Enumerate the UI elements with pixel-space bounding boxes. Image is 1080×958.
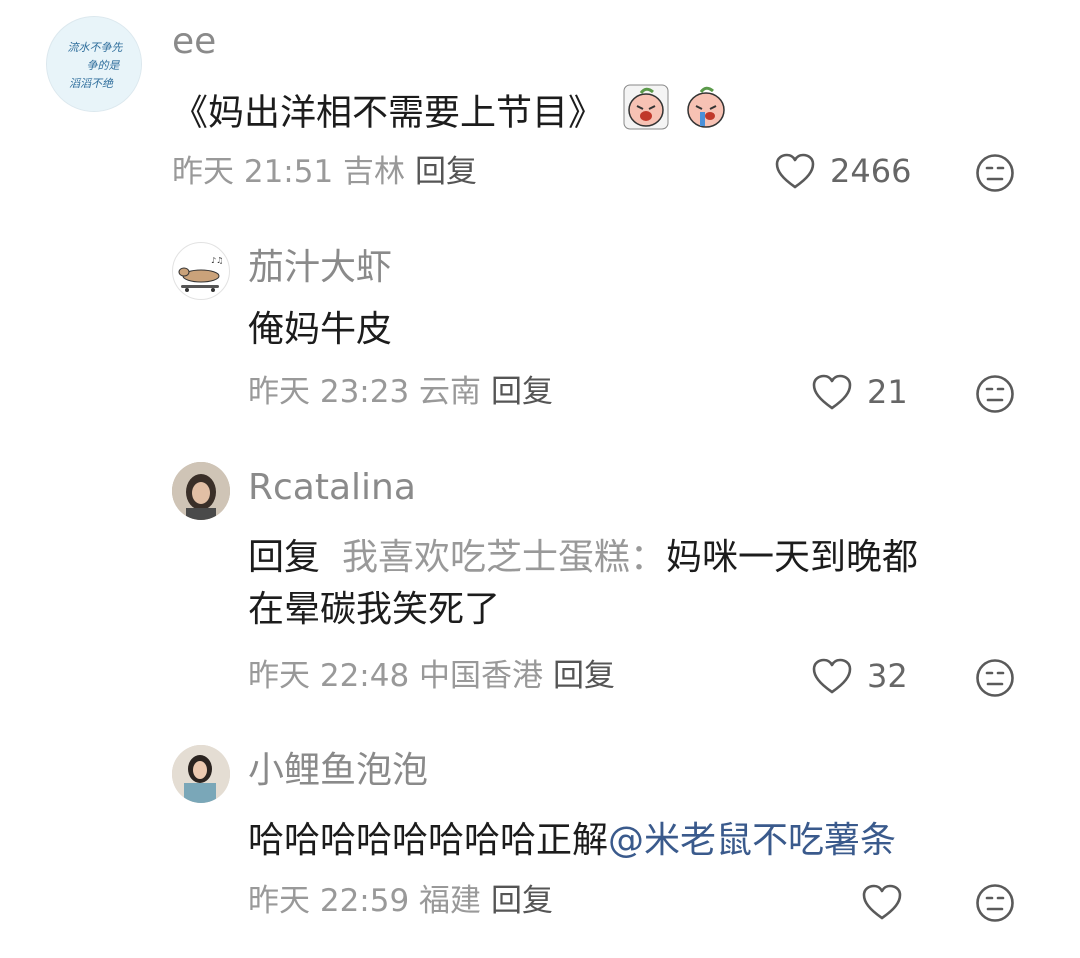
reply-item: ♪♫ 茄汁大虾 俺妈牛皮 昨天 23:23 云南 回复 21 bbox=[0, 230, 1080, 430]
crying-radish-emoji-icon bbox=[623, 84, 669, 145]
avatar[interactable]: ♪♫ bbox=[172, 242, 230, 300]
username[interactable]: 茄汁大虾 bbox=[248, 250, 392, 286]
timestamp-location: 昨天 21:51 吉林 bbox=[172, 154, 406, 190]
comment-line: 在晕碳我笑死了 bbox=[248, 589, 501, 630]
like-button[interactable]: 32 bbox=[811, 657, 908, 695]
like-button[interactable]: 21 bbox=[811, 373, 908, 411]
heart-icon bbox=[812, 374, 852, 410]
avatar-calligraphy-image: 流水不争先 争的是 滔滔不绝 bbox=[47, 17, 141, 111]
dislike-button[interactable] bbox=[975, 153, 1015, 197]
comment-text: 哈哈哈哈哈哈哈哈正解 bbox=[248, 820, 609, 861]
comment-body: 《妈出洋相不需要上节目》 bbox=[172, 84, 729, 145]
mention-link[interactable]: @米老鼠不吃薯条 bbox=[608, 820, 896, 861]
heart-icon bbox=[862, 884, 902, 920]
like-button[interactable] bbox=[861, 883, 903, 921]
like-count: 21 bbox=[867, 373, 908, 411]
like-count: 2466 bbox=[830, 152, 912, 190]
reply-item: 小鲤鱼泡泡 哈哈哈哈哈哈哈哈正解@米老鼠不吃薯条 昨天 22:59 福建 回复 bbox=[0, 735, 1080, 945]
dachshund-avatar-image: ♪♫ bbox=[178, 256, 223, 292]
user-photo-avatar bbox=[172, 462, 230, 520]
username[interactable]: ee bbox=[172, 24, 216, 60]
heart-icon bbox=[812, 658, 852, 694]
crying-radish-emoji-icon bbox=[683, 84, 729, 145]
avatar[interactable] bbox=[172, 462, 230, 520]
reply-button[interactable]: 回复 bbox=[491, 883, 553, 919]
timestamp-location: 昨天 22:59 福建 bbox=[248, 883, 482, 919]
comment-meta: 昨天 22:48 中国香港 回复 bbox=[248, 661, 615, 692]
unhappy-face-icon bbox=[976, 154, 1014, 192]
dislike-button[interactable] bbox=[975, 883, 1015, 927]
reply-prefix: 回复 bbox=[248, 537, 321, 578]
reply-target-user[interactable]: 我喜欢吃芝士蛋糕： bbox=[342, 537, 666, 578]
avatar[interactable]: 流水不争先 争的是 滔滔不绝 bbox=[46, 16, 142, 112]
comment-meta: 昨天 21:51 吉林 回复 bbox=[172, 157, 477, 188]
reply-item: Rcatalina 回复 我喜欢吃芝士蛋糕：妈咪一天到晚都 在晕碳我笑死了 昨天 … bbox=[0, 450, 1080, 720]
like-button[interactable]: 2466 bbox=[774, 152, 911, 190]
username[interactable]: 小鲤鱼泡泡 bbox=[248, 753, 428, 789]
dislike-button[interactable] bbox=[975, 374, 1015, 418]
comment-body: 俺妈牛皮 bbox=[248, 309, 393, 350]
comment-body: 哈哈哈哈哈哈哈哈正解@米老鼠不吃薯条 bbox=[248, 815, 896, 867]
reply-button[interactable]: 回复 bbox=[553, 658, 615, 694]
comment-meta: 昨天 22:59 福建 回复 bbox=[248, 886, 553, 917]
unhappy-face-icon bbox=[976, 884, 1014, 922]
heart-icon bbox=[775, 153, 815, 189]
timestamp-location: 昨天 22:48 中国香港 bbox=[248, 658, 544, 694]
timestamp-location: 昨天 23:23 云南 bbox=[248, 374, 482, 410]
username[interactable]: Rcatalina bbox=[248, 470, 416, 506]
svg-text:♪♫: ♪♫ bbox=[211, 256, 223, 265]
avatar-text-line: 流水不争先 bbox=[68, 41, 124, 54]
unhappy-face-icon bbox=[976, 375, 1014, 413]
unhappy-face-icon bbox=[976, 659, 1014, 697]
avatar[interactable] bbox=[172, 745, 230, 803]
like-count: 32 bbox=[867, 657, 908, 695]
comment-meta: 昨天 23:23 云南 回复 bbox=[248, 377, 553, 408]
comment-body: 回复 我喜欢吃芝士蛋糕：妈咪一天到晚都 在晕碳我笑死了 bbox=[248, 532, 1048, 636]
user-photo-avatar bbox=[172, 745, 230, 803]
dislike-button[interactable] bbox=[975, 658, 1015, 702]
avatar-text-line: 争的是 bbox=[87, 59, 121, 72]
avatar-text-line: 滔滔不绝 bbox=[69, 77, 114, 90]
comment-text: 《妈出洋相不需要上节目》 bbox=[172, 92, 605, 134]
reply-button[interactable]: 回复 bbox=[415, 154, 477, 190]
comment-line: 回复 我喜欢吃芝士蛋糕：妈咪一天到晚都 bbox=[248, 532, 1048, 584]
comment-text: 妈咪一天到晚都 bbox=[666, 537, 919, 578]
reply-button[interactable]: 回复 bbox=[491, 374, 553, 410]
comment-item: 流水不争先 争的是 滔滔不绝 ee 《妈出洋相不需要上节目》 昨天 21:51 … bbox=[0, 0, 1080, 210]
